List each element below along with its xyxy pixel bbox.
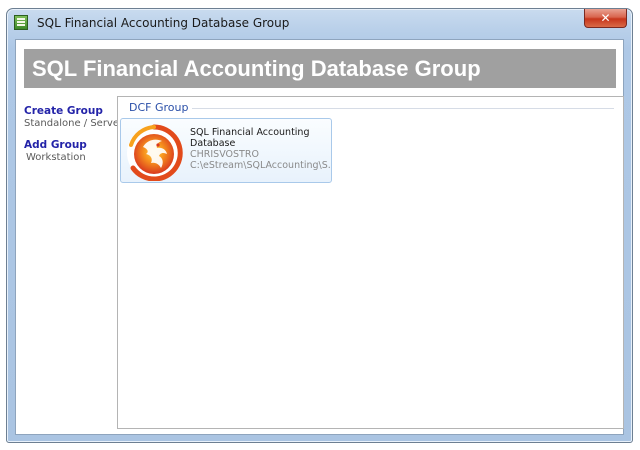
firebird-icon xyxy=(127,124,183,181)
app-icon[interactable] xyxy=(14,15,28,30)
database-path: C:\eStream\SQLAccounting\S... xyxy=(190,160,330,171)
title-bar[interactable]: SQL Financial Accounting Database Group … xyxy=(7,9,632,37)
add-group-title[interactable]: Add Group xyxy=(24,139,87,151)
create-group-link[interactable]: Create Group Standalone / Server xyxy=(24,105,123,129)
window-title: SQL Financial Accounting Database Group xyxy=(37,16,290,30)
group-label: DCF Group xyxy=(129,100,189,114)
database-details: SQL Financial Accounting Database CHRISV… xyxy=(190,127,330,171)
create-group-subtitle: Standalone / Server xyxy=(24,118,124,129)
main-window: SQL Financial Accounting Database Group … xyxy=(6,8,633,443)
close-button[interactable]: ✕ xyxy=(584,9,627,28)
group-header: DCF Group xyxy=(129,100,614,114)
database-item[interactable]: SQL Financial Accounting Database CHRISV… xyxy=(120,118,332,183)
close-icon: ✕ xyxy=(600,11,611,25)
group-panel: DCF Group SQL Financial Accounting Datab… xyxy=(117,96,624,429)
create-group-title[interactable]: Create Group xyxy=(24,105,123,117)
add-group-link[interactable]: Add Group Workstation xyxy=(24,139,87,163)
database-host: CHRISVOSTRO xyxy=(190,149,259,160)
group-divider xyxy=(192,107,614,109)
header-banner: SQL Financial Accounting Database Group xyxy=(24,49,616,88)
banner-title: SQL Financial Accounting Database Group xyxy=(32,55,481,81)
add-group-subtitle: Workstation xyxy=(26,152,86,163)
database-name: SQL Financial Accounting Database xyxy=(190,127,310,149)
window-client-area: SQL Financial Accounting Database Group … xyxy=(15,39,624,435)
